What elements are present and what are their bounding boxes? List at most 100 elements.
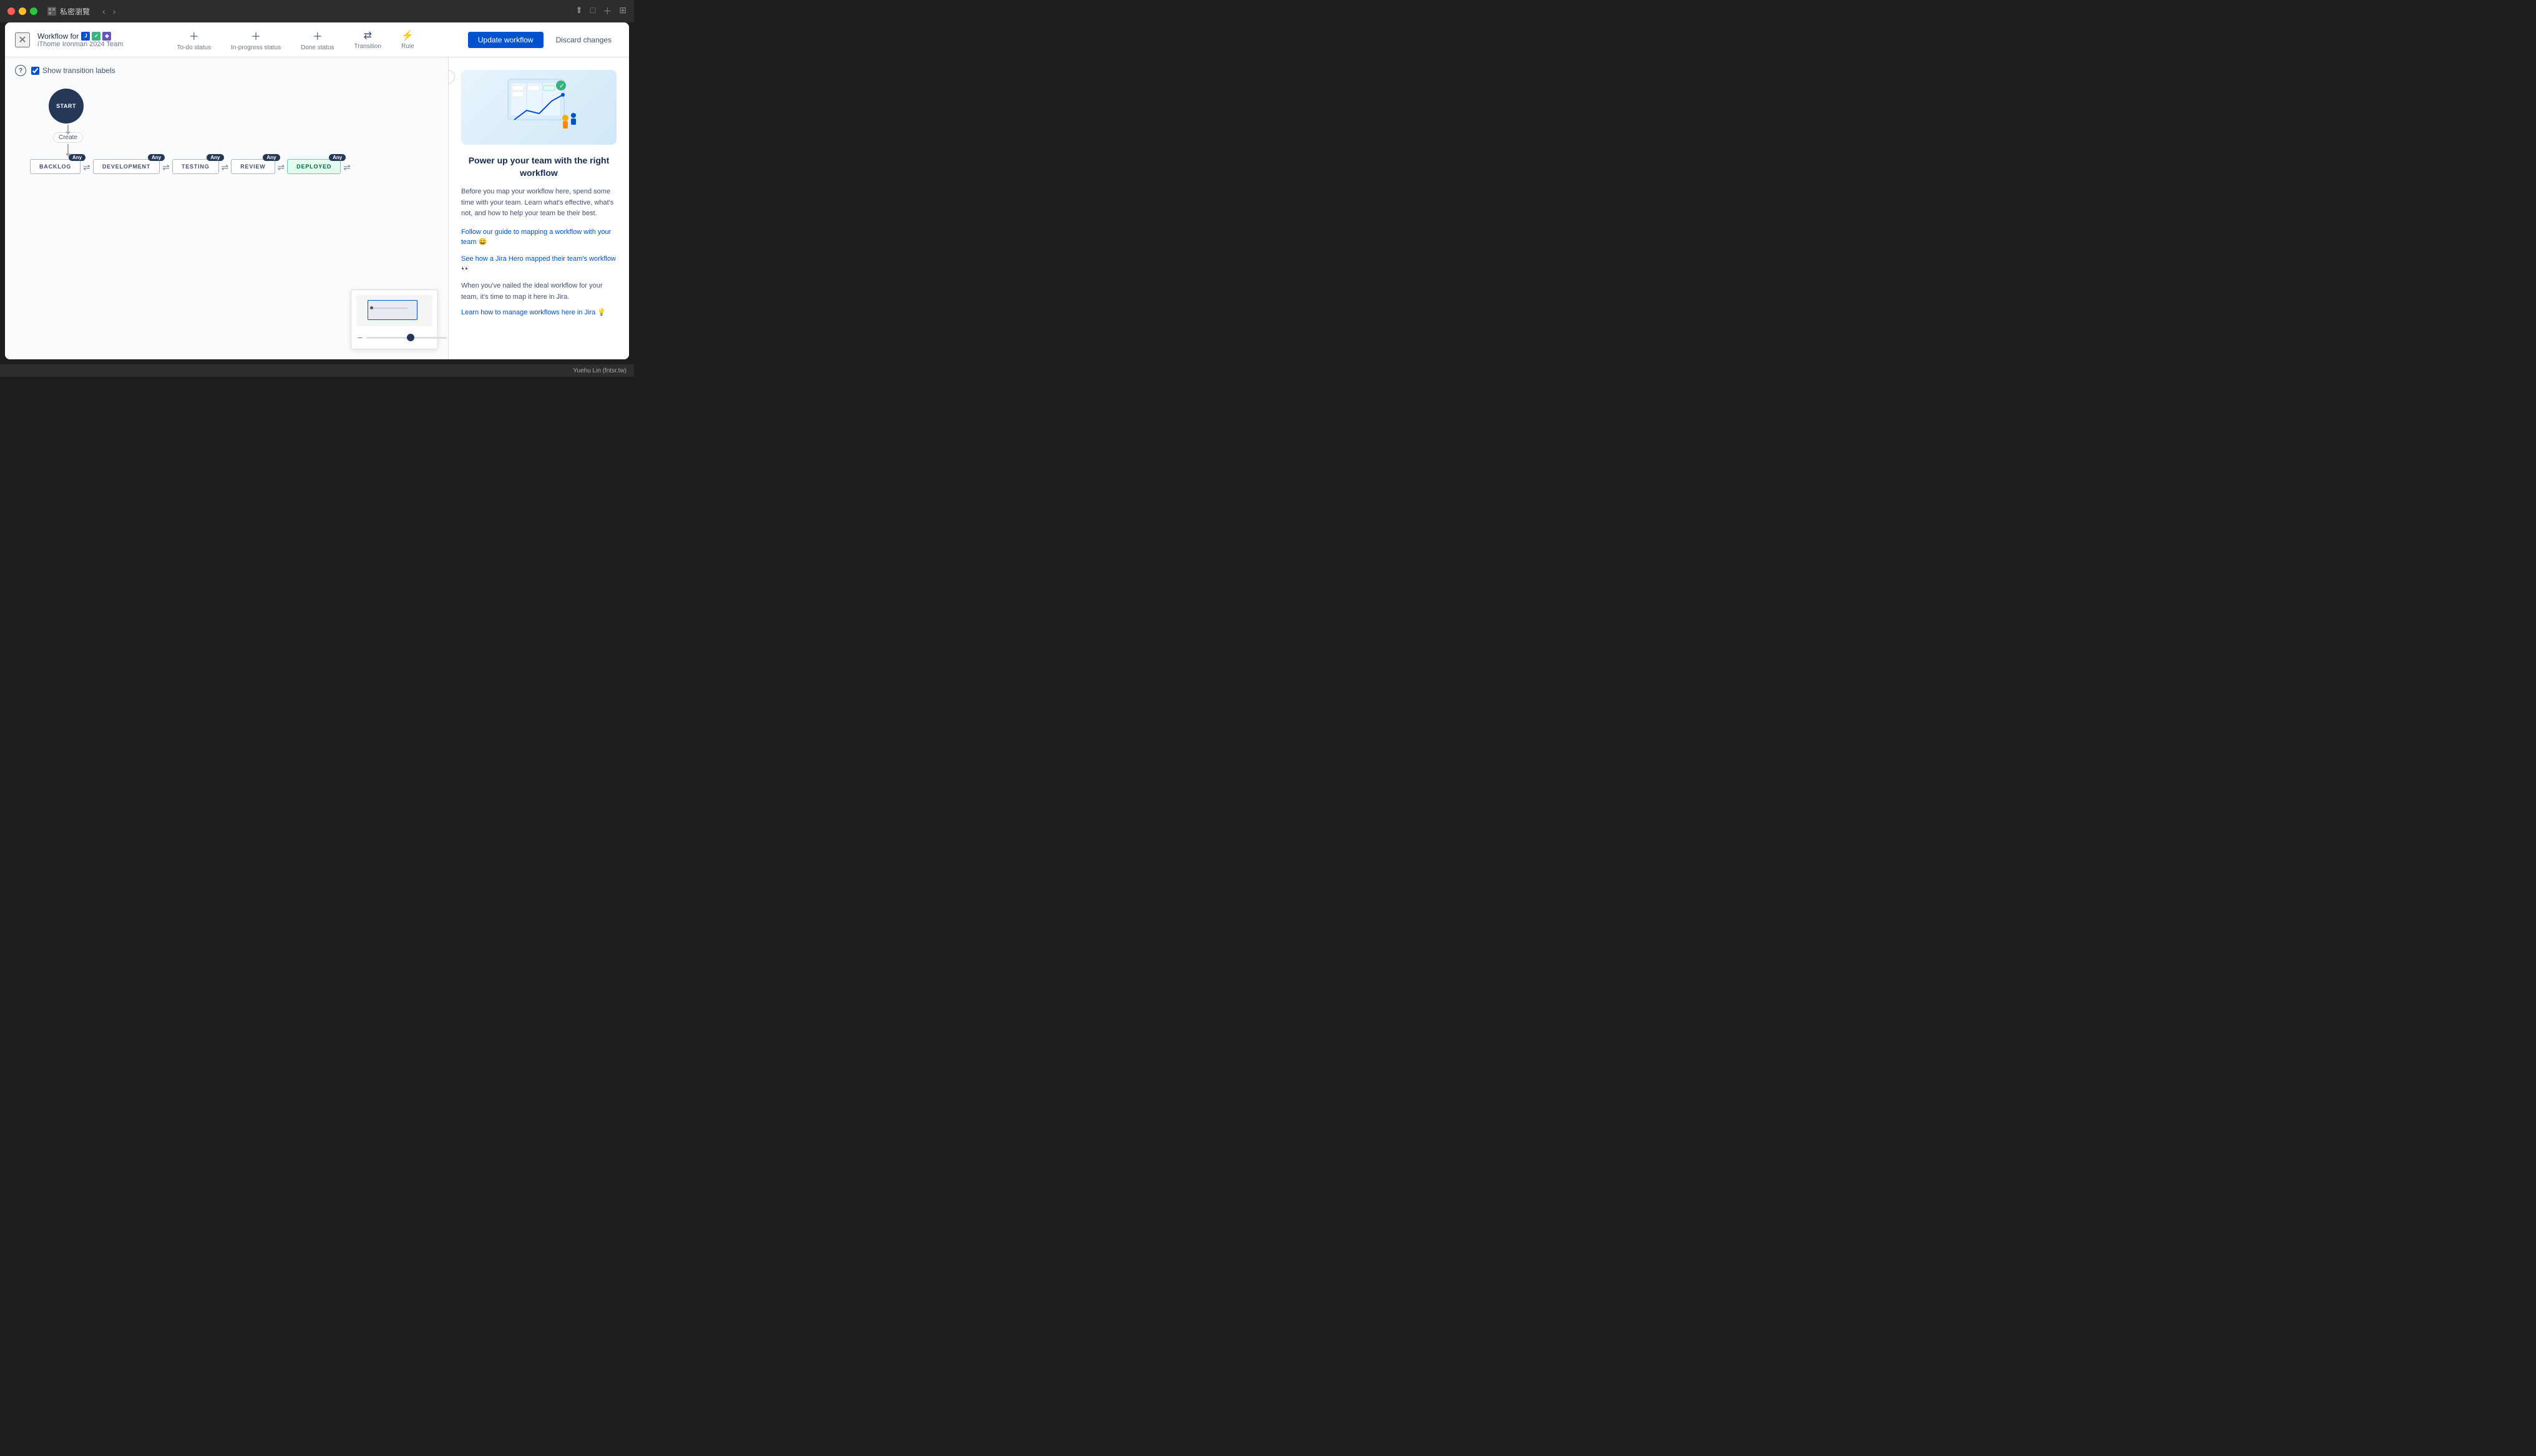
review-any-badge: Any	[263, 154, 280, 161]
maximize-traffic-light[interactable]	[30, 7, 37, 15]
testing-box[interactable]: TESTING	[172, 159, 219, 174]
status-row: Any BACKLOG ⇌ Any DEVELOPMENT ⇌ Any TEST…	[30, 159, 353, 174]
status-testing[interactable]: Any TESTING	[172, 159, 219, 174]
project-icon-3: ◈	[102, 32, 111, 41]
main-content: ? Show transition labels START Create	[5, 57, 629, 359]
sidebar-illustration-svg: ✓	[495, 73, 583, 142]
done-plus-icon: ＋	[313, 28, 323, 43]
close-traffic-light[interactable]	[7, 7, 15, 15]
review-box[interactable]: REVIEW	[231, 159, 275, 174]
nav-arrows: ‹ ›	[100, 5, 118, 17]
close-workflow-button[interactable]: ✕	[15, 32, 30, 47]
workflow-info: Workflow for J ✓ ◈ iThome Ironman 2024 T…	[37, 32, 123, 48]
sidebar-footer-text: When you've nailed the ideal workflow fo…	[461, 281, 617, 303]
status-deployed[interactable]: Any DEPLOYED	[287, 159, 341, 174]
transition-label: Transition	[354, 43, 382, 50]
sidebar-illustration: ✓	[461, 70, 617, 145]
labels-bar: ? Show transition labels	[15, 65, 115, 76]
create-arrow	[67, 144, 69, 154]
minimap: − ＋	[351, 289, 438, 349]
transition-action[interactable]: ⇄ Transition	[354, 29, 382, 50]
minimap-workflow-line	[370, 308, 407, 309]
todo-status-label: To-do status	[177, 44, 211, 51]
minimap-viewport	[368, 300, 417, 320]
status-development[interactable]: Any DEVELOPMENT	[93, 159, 160, 174]
bookmark-icon[interactable]: □	[590, 5, 595, 17]
development-transition: ⇌	[160, 162, 172, 173]
backlog-transition: ⇌	[80, 162, 93, 173]
sidebar-toggle-icon: ›	[448, 74, 449, 80]
zoom-slider[interactable]	[366, 337, 447, 339]
show-transition-labels-checkbox[interactable]: Show transition labels	[31, 66, 115, 75]
deployed-end-transition: ⇌	[341, 162, 353, 173]
rule-action[interactable]: ⚡ Rule	[401, 29, 414, 50]
right-sidebar: ›	[448, 57, 629, 359]
discard-changes-button[interactable]: Discard changes	[549, 32, 619, 48]
minimap-start-dot	[370, 306, 373, 309]
transition-labels-input[interactable]	[31, 67, 39, 75]
deployed-box[interactable]: DEPLOYED	[287, 159, 341, 174]
window-icon	[47, 7, 56, 16]
svg-text:✓: ✓	[559, 83, 564, 90]
sidebar-link-3[interactable]: Learn how to manage workflows here in Ji…	[461, 308, 617, 318]
start-node[interactable]: START	[49, 89, 84, 124]
project-icons: J ✓ ◈	[81, 32, 111, 41]
status-footer: Yuehu Lin (fntsr.tw)	[0, 364, 634, 377]
transition-labels-text: Show transition labels	[42, 66, 115, 75]
sidebar-link-2[interactable]: See how a Jira Hero mapped their team's …	[461, 254, 617, 274]
team-name: iThome Ironman 2024 Team	[37, 41, 123, 48]
inprogress-status-action[interactable]: ＋ In-progress status	[231, 28, 281, 51]
minimap-controls: − ＋	[356, 331, 432, 344]
window-title-area: 私密瀏覽	[47, 6, 90, 17]
toolbar: ✕ Workflow for J ✓ ◈ iThome Ironman 2024…	[5, 22, 629, 57]
todo-plus-icon: ＋	[189, 28, 199, 43]
title-bar: 私密瀏覽 ‹ › ⬆ □ ＋ ⊞	[0, 0, 634, 22]
inprogress-status-label: In-progress status	[231, 44, 281, 51]
done-status-action[interactable]: ＋ Done status	[301, 28, 334, 51]
share-icon[interactable]: ⬆	[575, 5, 583, 17]
footer-user: Yuehu Lin (fntsr.tw)	[573, 367, 627, 374]
sidebar-body: Before you map your workflow here, spend…	[461, 187, 617, 220]
forward-button[interactable]: ›	[110, 5, 119, 17]
sidebar-title: Power up your team with the right workfl…	[461, 155, 617, 179]
deployed-any-badge: Any	[329, 154, 346, 161]
project-icon-2: ✓	[92, 32, 100, 41]
sidebar-toggle-button[interactable]: ›	[448, 70, 455, 84]
inprogress-plus-icon: ＋	[251, 28, 261, 43]
app-window: ✕ Workflow for J ✓ ◈ iThome Ironman 2024…	[5, 22, 629, 359]
development-box[interactable]: DEVELOPMENT	[93, 159, 160, 174]
status-review[interactable]: Any REVIEW	[231, 159, 275, 174]
plus-tab-icon[interactable]: ＋	[603, 5, 612, 17]
rule-icon: ⚡	[401, 29, 414, 42]
help-icon[interactable]: ?	[15, 65, 26, 76]
start-label: START	[56, 103, 76, 109]
testing-any-badge: Any	[207, 154, 223, 161]
workflow-title: Workflow for J ✓ ◈	[37, 32, 123, 41]
backlog-any-badge: Any	[69, 154, 85, 161]
transition-icon: ⇄	[364, 29, 372, 42]
done-status-label: Done status	[301, 44, 334, 51]
canvas-area[interactable]: ? Show transition labels START Create	[5, 57, 448, 359]
sidebar-link-1[interactable]: Follow our guide to mapping a workflow w…	[461, 227, 617, 248]
back-button[interactable]: ‹	[100, 5, 108, 17]
toolbar-center: ＋ To-do status ＋ In-progress status ＋ Do…	[123, 28, 468, 51]
window-title-text: 私密瀏覽	[60, 6, 90, 17]
traffic-lights	[7, 7, 37, 15]
project-icon-1: J	[81, 32, 90, 41]
status-backlog[interactable]: Any BACKLOG	[30, 159, 80, 174]
development-any-badge: Any	[148, 154, 165, 161]
tabs-icon[interactable]: ⊞	[619, 5, 627, 17]
start-arrow	[67, 125, 69, 132]
update-workflow-button[interactable]: Update workflow	[468, 32, 544, 48]
review-transition: ⇌	[275, 162, 288, 173]
minimize-traffic-light[interactable]	[19, 7, 26, 15]
rule-label: Rule	[401, 43, 414, 50]
backlog-box[interactable]: BACKLOG	[30, 159, 80, 174]
toolbar-right: Update workflow Discard changes	[468, 32, 619, 48]
titlebar-right-icons: ⬆ □ ＋ ⊞	[575, 5, 627, 17]
todo-status-action[interactable]: ＋ To-do status	[177, 28, 211, 51]
zoom-out-button[interactable]: −	[356, 332, 364, 342]
testing-transition: ⇌	[219, 162, 232, 173]
workflow-diagram: START Create Any	[30, 89, 353, 174]
workflow-for-label: Workflow for	[37, 32, 79, 41]
